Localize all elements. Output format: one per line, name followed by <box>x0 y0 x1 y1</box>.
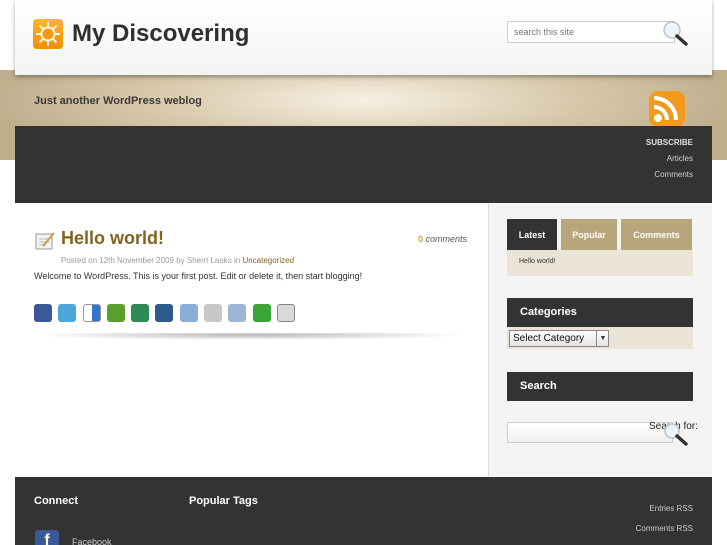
rss-icon[interactable] <box>644 88 694 130</box>
header-search-input[interactable] <box>507 21 675 43</box>
connect-heading: Connect <box>34 495 78 507</box>
latest-panel: Hello world! <box>507 250 693 276</box>
popular-tags-heading: Popular Tags <box>189 495 258 507</box>
site-header: My Discovering <box>15 0 712 75</box>
comments-count[interactable]: 0 comments <box>418 234 467 244</box>
site-footer: Connect Popular Tags Entries RSS Comment… <box>15 477 712 545</box>
site-title[interactable]: My Discovering <box>72 20 249 48</box>
google-icon[interactable] <box>204 304 223 322</box>
search-icon[interactable] <box>659 421 693 447</box>
comments-number: 0 <box>418 234 424 244</box>
comments-rss-link[interactable]: Comments RSS <box>636 524 693 533</box>
subscribe-articles-link[interactable]: Articles <box>667 154 693 163</box>
facebook-icon[interactable] <box>34 304 52 322</box>
chevron-down-icon[interactable]: ▼ <box>596 330 609 347</box>
sidebar-tabs: Latest Popular Comments <box>507 219 692 250</box>
sun-icon[interactable] <box>33 19 63 49</box>
delicious-icon[interactable] <box>82 304 101 322</box>
subscribe-heading: SUBSCRIBE <box>645 138 693 147</box>
subscribe-comments-link[interactable]: Comments <box>654 170 693 179</box>
subscribe-bar: SUBSCRIBE Articles Comments <box>15 126 712 203</box>
site-tagline: Just another WordPress weblog <box>34 95 202 107</box>
post-meta-text: Posted on 12th November 2009 by Sherri L… <box>61 256 241 265</box>
tab-popular[interactable]: Popular <box>561 219 617 250</box>
share-bar <box>34 304 295 322</box>
post-category-link[interactable]: Uncategorized <box>242 256 294 265</box>
post-title[interactable]: Hello world! <box>61 228 164 249</box>
technorati-icon[interactable] <box>106 304 125 322</box>
digg-icon[interactable] <box>155 304 174 322</box>
reddit-icon[interactable] <box>179 304 198 322</box>
latest-post-link[interactable]: Hello world! <box>519 258 556 265</box>
facebook-icon[interactable]: f <box>35 530 59 545</box>
twitter-icon[interactable] <box>58 304 77 322</box>
categories-heading: Categories <box>507 298 693 327</box>
category-select[interactable]: Select Category <box>509 330 609 347</box>
stumbleupon-icon[interactable] <box>131 304 150 322</box>
search-heading: Search <box>507 372 693 401</box>
tab-comments[interactable]: Comments <box>621 219 692 250</box>
post-body: Welcome to WordPress. This is your first… <box>34 271 363 281</box>
post-divider-shadow <box>34 333 466 343</box>
tab-latest[interactable]: Latest <box>507 219 557 250</box>
email-icon[interactable] <box>276 304 295 322</box>
post-note-icon <box>34 231 56 251</box>
facebook-link[interactable]: Facebook <box>72 537 112 545</box>
search-icon[interactable] <box>658 20 692 48</box>
comments-label: comments <box>425 234 468 244</box>
post-meta: Posted on 12th November 2009 by Sherri L… <box>61 256 294 265</box>
wordpress-icon[interactable] <box>228 304 247 322</box>
addthis-icon[interactable] <box>252 304 271 322</box>
entries-rss-link[interactable]: Entries RSS <box>649 504 693 513</box>
